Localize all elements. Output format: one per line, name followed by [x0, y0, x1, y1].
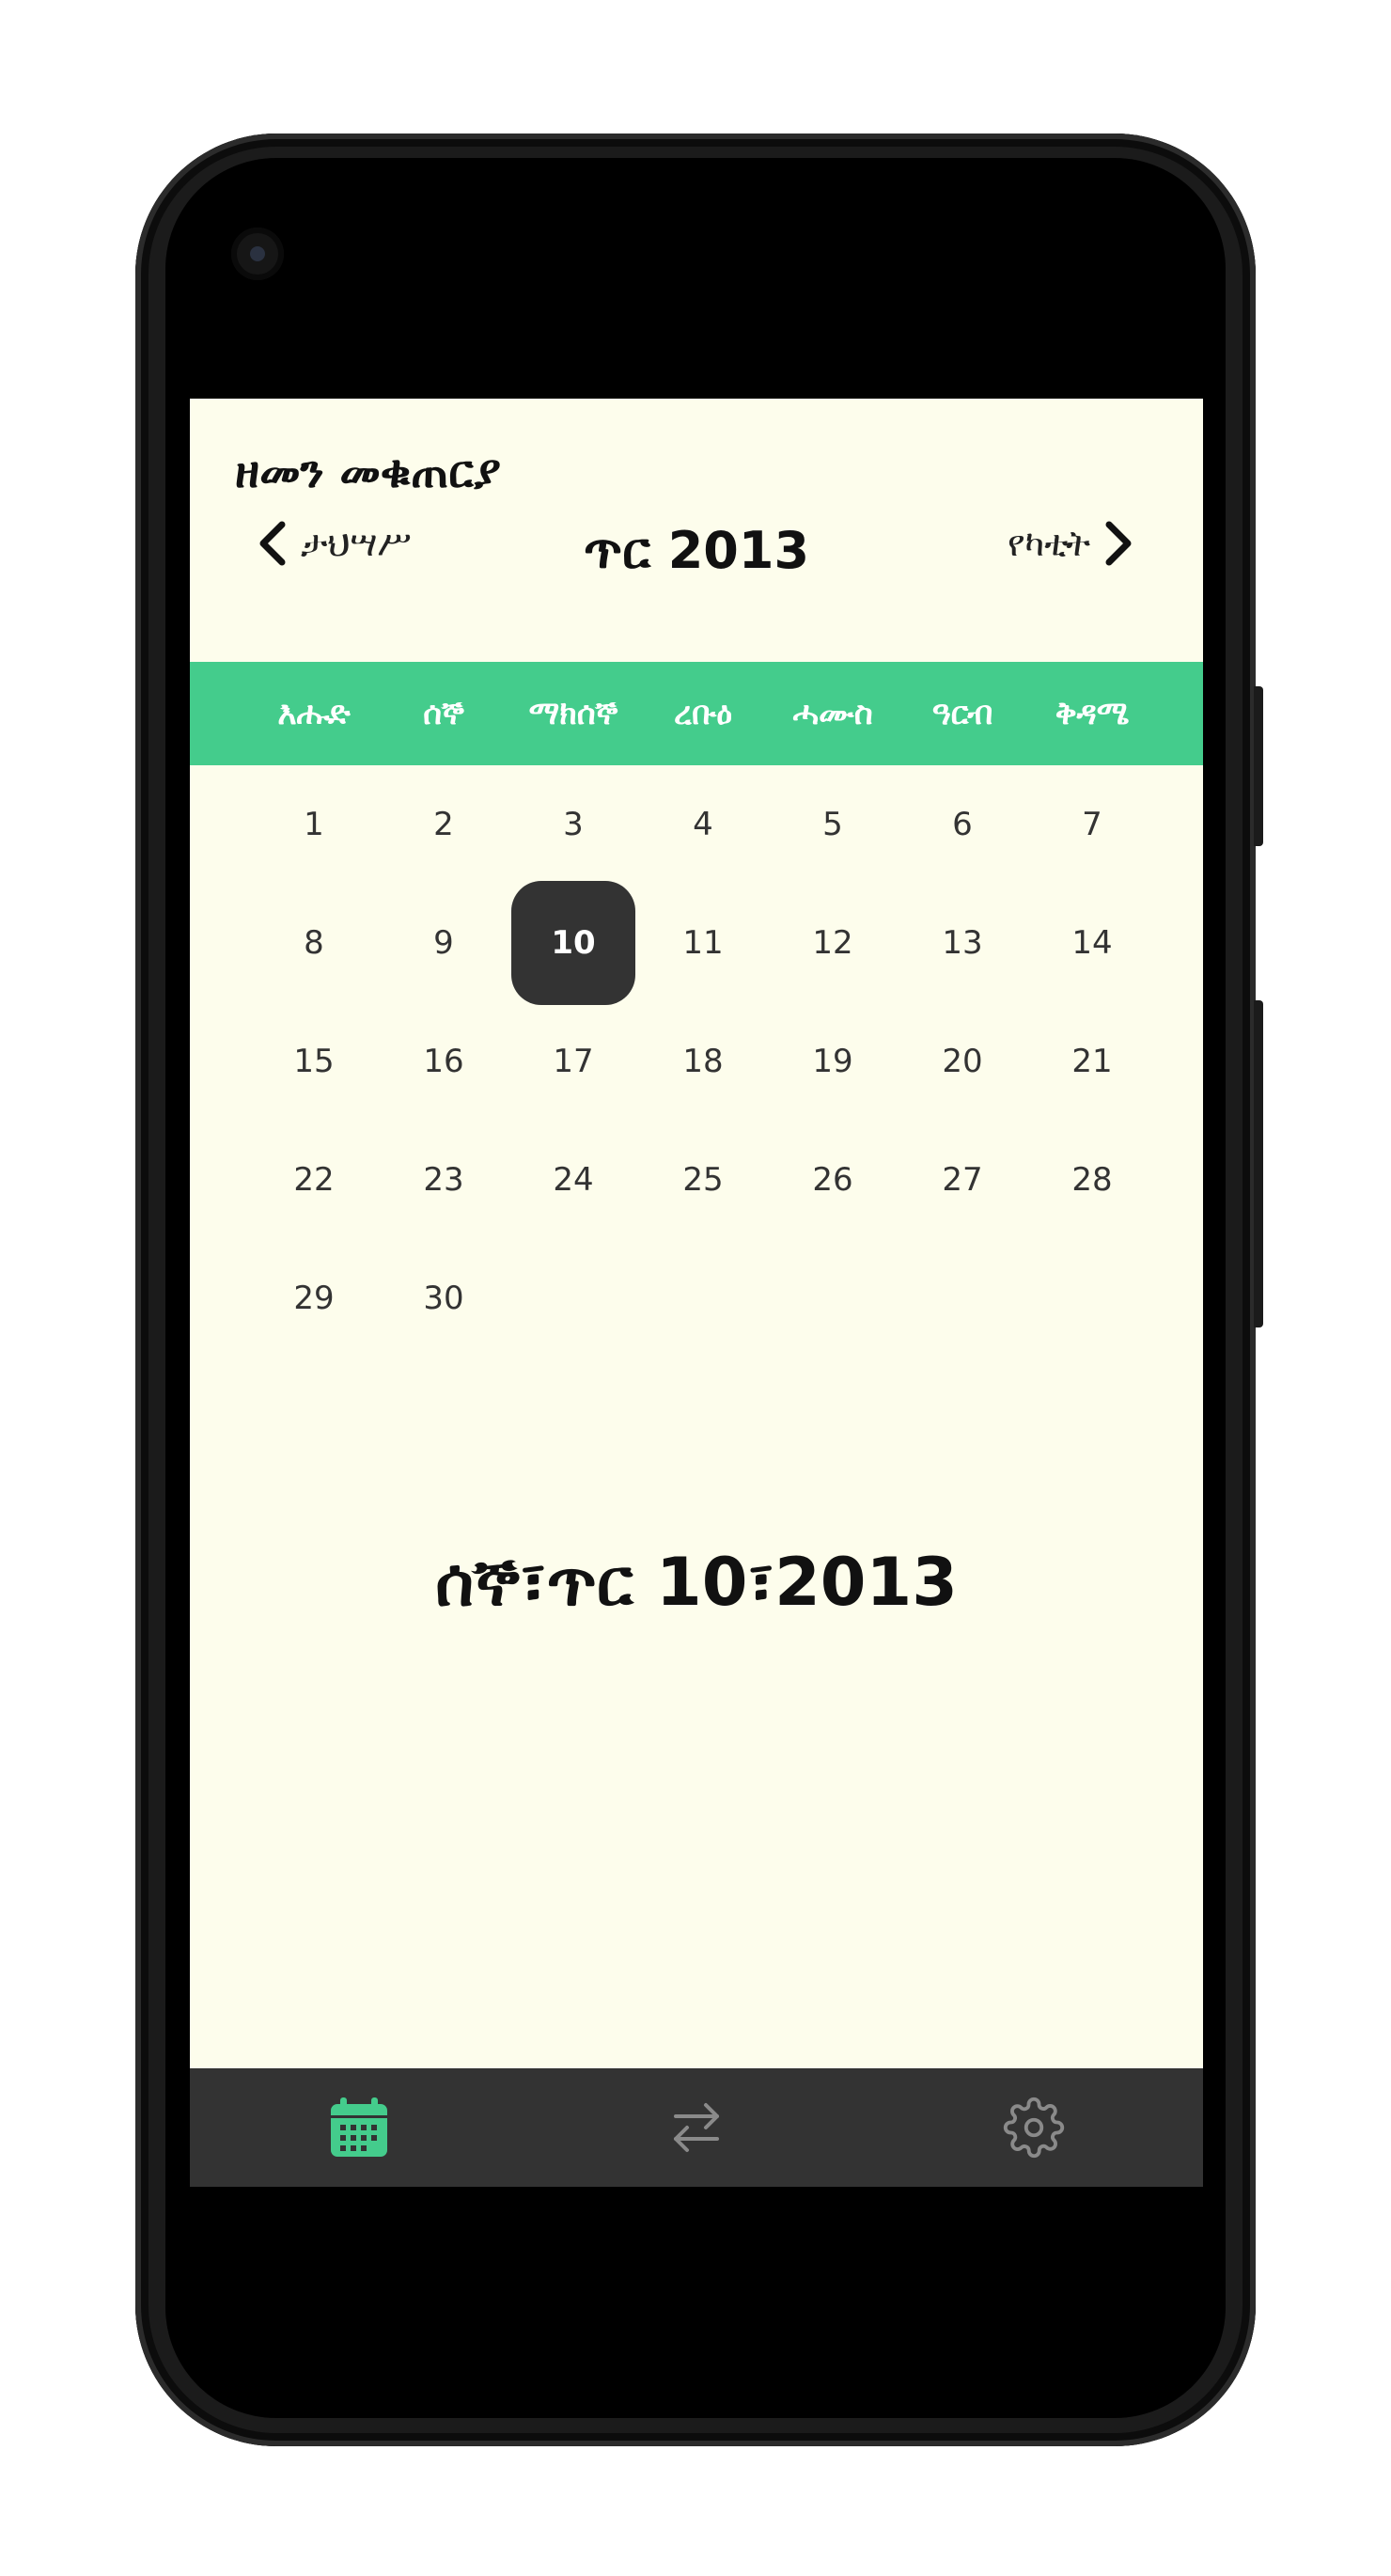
day-cell[interactable]: 18 [638, 1002, 768, 1121]
day-cell[interactable]: 24 [508, 1121, 638, 1239]
day-cell[interactable]: 29 [249, 1239, 379, 1358]
nav-settings-tab[interactable] [866, 2068, 1203, 2187]
day-cell[interactable]: 13 [898, 884, 1027, 1002]
day-cell[interactable]: 12 [768, 884, 898, 1002]
day-cell[interactable]: 11 [638, 884, 768, 1002]
day-cell[interactable]: 3 [508, 765, 638, 884]
calendar-icon [330, 2097, 387, 2157]
gear-icon [1004, 2097, 1065, 2159]
volume-button [1254, 1000, 1263, 1327]
day-cell[interactable]: 27 [898, 1121, 1027, 1239]
day-cell[interactable]: 7 [1027, 765, 1157, 884]
weekday-monday: ሰኞ [423, 695, 464, 732]
day-number: 26 [812, 1161, 853, 1199]
weekday-tuesday: ማክሰኞ [528, 695, 618, 732]
day-number: 12 [812, 924, 853, 962]
weekday-header: እሑድ ሰኞ ማክሰኞ ረቡዕ ሓሙስ ዓርብ ቅዳሜ [190, 662, 1203, 765]
selected-date-display: ሰኞ፣ጥር 10፣2013 [435, 1544, 958, 1621]
day-number: 16 [423, 1043, 464, 1080]
day-cell[interactable]: 9 [379, 884, 508, 1002]
day-number: 25 [682, 1161, 724, 1199]
selected-day-cell[interactable]: 10 [508, 881, 638, 1005]
day-number: 2 [433, 806, 454, 843]
day-number: 28 [1071, 1161, 1113, 1199]
front-camera [231, 228, 284, 280]
day-number: 4 [693, 806, 713, 843]
day-cell[interactable]: 26 [768, 1121, 898, 1239]
day-cell[interactable]: 1 [249, 765, 379, 884]
weekday-saturday: ቅዳሜ [1055, 695, 1130, 732]
day-number: 3 [563, 806, 584, 843]
day-number: 6 [952, 806, 973, 843]
day-cell[interactable]: 16 [379, 1002, 508, 1121]
day-number: 7 [1082, 806, 1102, 843]
day-cell[interactable]: 5 [768, 765, 898, 884]
day-number: 27 [942, 1161, 983, 1199]
bottom-navigation [190, 2068, 1203, 2187]
nav-converter-tab[interactable] [527, 2068, 865, 2187]
weekday-friday: ዓርብ [931, 695, 993, 732]
next-month-label: የካቲት [1007, 522, 1090, 564]
day-number: 8 [304, 924, 324, 962]
weekday-thursday: ሓሙስ [792, 695, 873, 732]
day-number: 23 [423, 1161, 464, 1199]
day-number: 15 [293, 1043, 335, 1080]
day-cell[interactable]: 28 [1027, 1121, 1157, 1239]
day-cell[interactable]: 22 [249, 1121, 379, 1239]
day-number: 17 [553, 1043, 594, 1080]
day-number: 14 [1071, 924, 1113, 962]
app-screen: ዘመን መቁጠርያ ታህሣሥ ጥር 2013 የካቲት እሑድ ሰኞ ማክሰኞ … [190, 399, 1203, 2187]
day-number: 22 [293, 1161, 335, 1199]
day-number: 21 [1071, 1043, 1113, 1080]
day-cell[interactable]: 14 [1027, 884, 1157, 1002]
day-cell[interactable]: 2 [379, 765, 508, 884]
calendar-days-grid: 1 2 3 4 5 6 7 8 9 10 11 12 13 14 15 16 17 18 19 20 21 22 23 24 2… [249, 765, 1157, 1358]
weekday-sunday: እሑድ [277, 695, 351, 732]
day-number: 13 [942, 924, 983, 962]
day-cell[interactable]: 15 [249, 1002, 379, 1121]
day-cell[interactable]: 20 [898, 1002, 1027, 1121]
nav-calendar-tab[interactable] [190, 2068, 527, 2187]
day-cell[interactable]: 30 [379, 1239, 508, 1358]
day-cell[interactable]: 19 [768, 1002, 898, 1121]
day-cell[interactable]: 4 [638, 765, 768, 884]
day-number: 10 [511, 881, 635, 1005]
day-number: 29 [293, 1280, 335, 1317]
day-cell[interactable]: 17 [508, 1002, 638, 1121]
chevron-right-icon [1105, 521, 1132, 566]
day-number: 1 [304, 806, 324, 843]
day-number: 30 [423, 1280, 464, 1317]
day-cell[interactable]: 25 [638, 1121, 768, 1239]
day-number: 24 [553, 1161, 594, 1199]
app-title: ዘመን መቁጠርያ [235, 446, 501, 498]
day-number: 18 [682, 1043, 724, 1080]
day-cell[interactable]: 21 [1027, 1002, 1157, 1121]
power-button [1254, 686, 1263, 846]
day-cell[interactable]: 6 [898, 765, 1027, 884]
day-number: 19 [812, 1043, 853, 1080]
day-number: 20 [942, 1043, 983, 1080]
day-number: 5 [822, 806, 843, 843]
day-cell[interactable]: 8 [249, 884, 379, 1002]
next-month-button[interactable]: የካቲት [996, 517, 1135, 570]
day-cell[interactable]: 23 [379, 1121, 508, 1239]
day-number: 11 [682, 924, 724, 962]
day-number: 9 [433, 924, 454, 962]
weekday-wednesday: ረቡዕ [673, 695, 733, 732]
swap-arrows-icon [673, 2103, 719, 2152]
